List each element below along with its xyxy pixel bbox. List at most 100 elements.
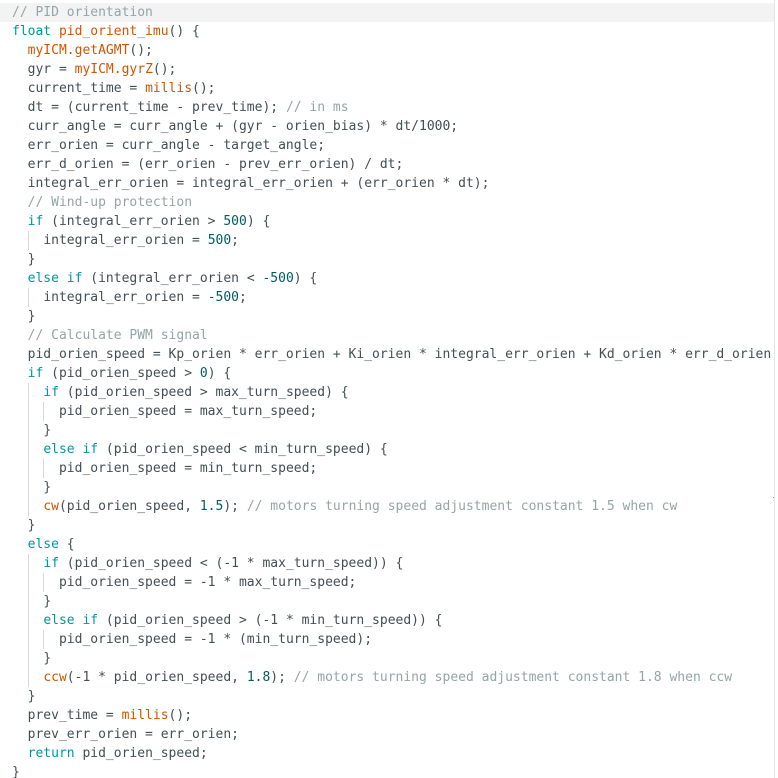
code-line[interactable]: } bbox=[0, 307, 774, 326]
code-line[interactable]: if (pid_orien_speed > max_turn_speed) { bbox=[0, 383, 774, 402]
code-token-plain: ); bbox=[270, 670, 294, 685]
code-token-keyword: if bbox=[43, 385, 59, 400]
code-token-plain: { bbox=[58, 537, 75, 552]
indent-guide bbox=[27, 478, 29, 497]
code-token-keyword: else if bbox=[43, 613, 99, 628]
code-token-plain: curr_angle = curr_angle + (gyr - orien_b… bbox=[27, 119, 459, 134]
code-line[interactable]: else if (pid_orien_speed < min_turn_spee… bbox=[0, 440, 774, 459]
code-token-plain: (); bbox=[168, 708, 193, 723]
code-token-number: 1.8 bbox=[246, 670, 271, 685]
code-token-plain: (); bbox=[192, 81, 216, 96]
code-line[interactable]: pid_orien_speed = -1 * max_turn_speed; bbox=[0, 573, 774, 592]
code-editor[interactable]: // PID orientation float pid_orient_imu()… bbox=[0, 0, 775, 778]
code-line[interactable]: if (integral_err_orien > 500) { bbox=[0, 212, 774, 231]
code-line[interactable]: pid_orien_speed = Kp_orien * err_orien +… bbox=[0, 345, 774, 364]
code-line[interactable]: } bbox=[0, 649, 774, 668]
code-token-plain: pid_orien_speed = -1 * max_turn_speed; bbox=[58, 575, 357, 590]
code-token-plain: } bbox=[27, 689, 36, 704]
code-token-plain: pid_orien_speed = min_turn_speed; bbox=[58, 461, 318, 476]
code-line[interactable]: integral_err_orien = integral_err_orien … bbox=[0, 174, 774, 193]
code-token-type: float bbox=[12, 24, 52, 39]
code-line[interactable]: dt = (current_time - prev_time); // in m… bbox=[0, 98, 774, 117]
code-token-plain: } bbox=[27, 309, 36, 324]
code-line[interactable]: err_orien = curr_angle - target_angle; bbox=[0, 136, 774, 155]
code-line[interactable]: ccw(-1 * pid_orien_speed, 1.8); // motor… bbox=[0, 668, 774, 687]
code-line[interactable]: // Wind-up protection bbox=[0, 193, 774, 212]
code-token-keyword: return bbox=[27, 746, 75, 761]
code-line[interactable]: } bbox=[0, 516, 774, 535]
code-line[interactable]: curr_angle = curr_angle + (gyr - orien_b… bbox=[0, 117, 774, 136]
code-token-plain: (pid_orien_speed > (-1 * min_turn_speed)… bbox=[98, 613, 443, 628]
code-line[interactable]: float pid_orient_imu() { bbox=[0, 22, 774, 41]
code-line[interactable]: gyr = myICM.gyrZ(); bbox=[0, 60, 774, 79]
indent-guide bbox=[27, 497, 29, 516]
code-line[interactable]: return pid_orien_speed; bbox=[0, 744, 774, 763]
code-line[interactable]: integral_err_orien = -500; bbox=[0, 288, 774, 307]
code-token-plain: pid_orien_speed = Kp_orien * err_orien +… bbox=[27, 347, 775, 362]
code-token-plain: ) { bbox=[207, 366, 232, 381]
code-line[interactable]: myICM.getAGMT(); bbox=[0, 41, 774, 60]
code-line[interactable]: if (pid_orien_speed > 0) { bbox=[0, 364, 774, 383]
code-line[interactable]: else if (integral_err_orien < -500) { bbox=[0, 269, 774, 288]
code-token-plain: integral_err_orien = integral_err_orien … bbox=[27, 176, 490, 191]
code-line[interactable]: // PID orientation bbox=[0, 3, 774, 22]
code-token-number: -500 bbox=[262, 271, 294, 286]
code-line[interactable]: } bbox=[0, 250, 774, 269]
code-line[interactable]: else if (pid_orien_speed > (-1 * min_tur… bbox=[0, 611, 774, 630]
code-line[interactable]: else { bbox=[0, 535, 774, 554]
code-line[interactable]: integral_err_orien = 500; bbox=[0, 231, 774, 250]
code-token-plain: ) { bbox=[246, 214, 271, 229]
code-token-keyword: else bbox=[27, 537, 59, 552]
code-line[interactable]: pid_orien_speed = -1 * (min_turn_speed); bbox=[0, 630, 774, 649]
code-line[interactable]: pid_orien_speed = min_turn_speed; bbox=[0, 459, 774, 478]
code-token-plain: ; bbox=[239, 290, 247, 305]
code-line[interactable]: } bbox=[0, 763, 774, 778]
indent-guide bbox=[27, 440, 29, 459]
code-line[interactable]: prev_time = millis(); bbox=[0, 706, 774, 725]
indent-guide bbox=[27, 573, 29, 592]
code-line[interactable]: } bbox=[0, 687, 774, 706]
indent-guide bbox=[27, 288, 29, 307]
code-token-func: ccw bbox=[43, 670, 67, 685]
code-token-func: millis bbox=[145, 81, 193, 96]
code-token-plain: dt = (current_time - prev_time); bbox=[27, 100, 286, 115]
code-token-plain: (-1 * pid_orien_speed, bbox=[66, 670, 247, 685]
code-line[interactable]: pid_orien_speed = max_turn_speed; bbox=[0, 402, 774, 421]
code-token-plain: } bbox=[27, 252, 36, 267]
code-token-func: myICM.getAGMT bbox=[27, 43, 130, 58]
indent-guide bbox=[43, 573, 45, 592]
code-token-func: cw bbox=[43, 499, 59, 514]
code-line[interactable]: err_d_orien = (err_orien - prev_err_orie… bbox=[0, 155, 774, 174]
code-token-comment: // motors turning speed adjustment const… bbox=[293, 670, 733, 685]
indent-guide bbox=[27, 231, 29, 250]
code-line[interactable]: } bbox=[0, 478, 774, 497]
indent-guide bbox=[27, 554, 29, 573]
code-line[interactable]: if (pid_orien_speed < (-1 * max_turn_spe… bbox=[0, 554, 774, 573]
code-token-func: pid_orient_imu bbox=[58, 24, 169, 39]
code-token-plain: (integral_err_orien > bbox=[43, 214, 224, 229]
code-body[interactable]: // PID orientation float pid_orient_imu()… bbox=[0, 3, 774, 778]
code-line[interactable]: // Calculate PWM signal bbox=[0, 326, 774, 345]
code-token-comment: // PID orientation bbox=[12, 5, 153, 20]
code-line[interactable]: cw(pid_orien_speed, 1.5); // motors turn… bbox=[0, 497, 774, 516]
code-token-keyword: else if bbox=[27, 271, 83, 286]
indent-guide bbox=[27, 402, 29, 421]
code-token-comment: // motors turning speed adjustment const… bbox=[246, 499, 678, 514]
code-line[interactable]: prev_err_orien = err_orien; bbox=[0, 725, 774, 744]
code-line[interactable]: } bbox=[0, 592, 774, 611]
code-line[interactable]: current_time = millis(); bbox=[0, 79, 774, 98]
code-token-plain: current_time = bbox=[27, 81, 146, 96]
code-line[interactable]: } bbox=[0, 421, 774, 440]
